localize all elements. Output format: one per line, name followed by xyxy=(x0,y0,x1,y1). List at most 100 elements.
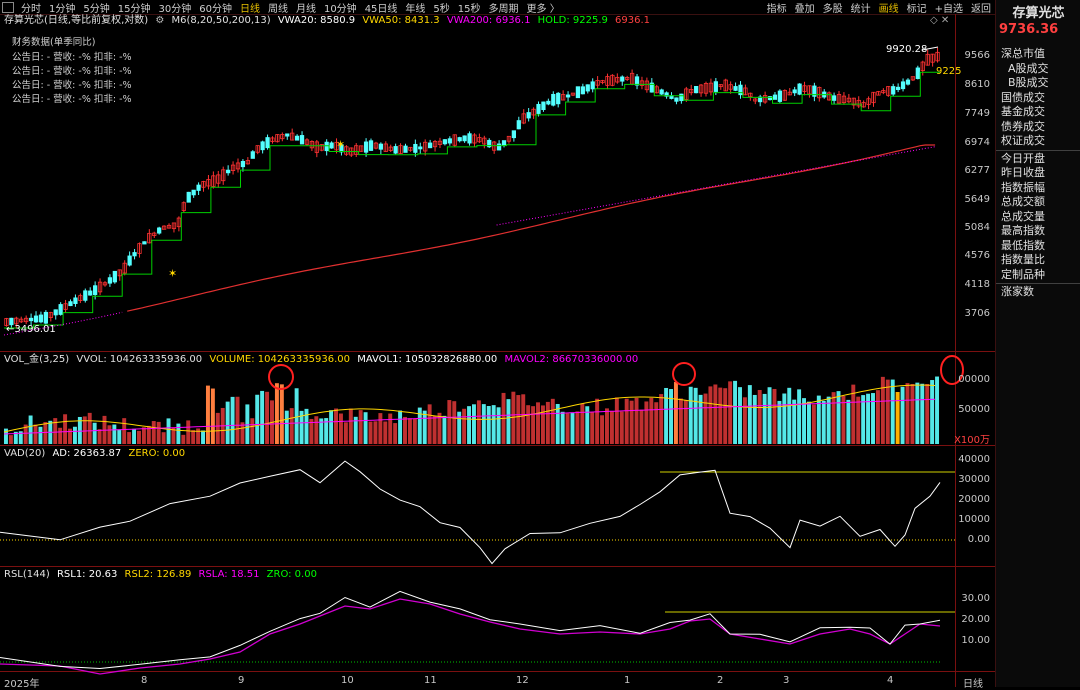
volume-y-label: 50000 xyxy=(958,404,990,415)
candle-body xyxy=(132,252,137,257)
volume-bar xyxy=(915,382,920,444)
volume-bar xyxy=(176,423,181,444)
volume-bar xyxy=(161,432,166,444)
vwa20-value: VWA20: 8580.9 xyxy=(277,15,356,26)
candle-body xyxy=(546,100,551,105)
volume-bar xyxy=(348,408,353,444)
volume-bar xyxy=(137,430,141,444)
sidebar-item[interactable]: 今日开盘 xyxy=(996,152,1080,167)
fin-row: 公告日: - 营收: -% 扣非: -% xyxy=(12,66,132,77)
ad-value: AD: 26363.87 xyxy=(52,448,122,459)
volume-bar xyxy=(777,400,782,444)
candle-body xyxy=(329,142,334,149)
x-axis-label: 4 xyxy=(887,675,894,686)
volume-bar xyxy=(422,410,427,444)
candle-body xyxy=(511,130,516,139)
candle-body xyxy=(93,285,98,296)
sidebar-item[interactable]: 涨家数 xyxy=(996,285,1080,300)
candle-body xyxy=(112,270,117,283)
volume-bar xyxy=(545,401,550,444)
volume-bar xyxy=(279,384,284,444)
sidebar-item[interactable]: A股成交 xyxy=(996,62,1080,77)
vwa200-value: VWA200: 6936.1 xyxy=(446,15,531,26)
sidebar-item[interactable]: 指数振幅 xyxy=(996,181,1080,196)
volume-bar xyxy=(619,411,624,444)
volume-bar xyxy=(166,418,171,444)
candle-body xyxy=(541,101,546,111)
volume-bar xyxy=(127,432,132,444)
sidebar-item[interactable]: 债券成交 xyxy=(996,120,1080,135)
candle-body xyxy=(324,141,329,152)
candle-body xyxy=(536,103,541,114)
sidebar-item[interactable]: 指数量比 xyxy=(996,253,1080,268)
gear-icon[interactable]: ⚙ xyxy=(155,15,164,26)
candle-body xyxy=(915,67,920,79)
sidebar-item[interactable]: 最低指数 xyxy=(996,239,1080,254)
x-axis-period-label: 日线 xyxy=(963,679,983,690)
candle-body xyxy=(679,93,684,102)
x-axis-label: 2 xyxy=(717,675,724,686)
volume-bar xyxy=(476,400,481,444)
hold-line xyxy=(4,71,940,329)
volume-bar xyxy=(935,376,940,444)
volume-bar xyxy=(787,387,792,444)
volume-bar xyxy=(338,413,343,444)
candle-body xyxy=(260,141,265,151)
volume-bar xyxy=(38,426,43,444)
volume-bar xyxy=(688,386,693,444)
panel-controls[interactable]: ◇ ✕ xyxy=(930,15,949,26)
sidebar-item[interactable]: 定制品种 xyxy=(996,268,1080,283)
volume-bar xyxy=(540,405,545,444)
candle-body xyxy=(516,120,521,130)
candle-body xyxy=(73,297,78,304)
volume-bar xyxy=(742,397,747,444)
volume-bar xyxy=(496,407,501,444)
candle-body xyxy=(83,290,88,301)
candle-body xyxy=(378,143,383,150)
sidebar-item[interactable]: 基金成交 xyxy=(996,105,1080,120)
sidebar-item[interactable]: 深总市值 xyxy=(996,47,1080,62)
vad-y-label: 20000 xyxy=(958,494,990,505)
sidebar-item[interactable]: 国债成交 xyxy=(996,91,1080,106)
candle-body xyxy=(575,86,581,99)
candle-body xyxy=(294,135,300,141)
volume-bar xyxy=(836,391,841,444)
candle-body xyxy=(428,142,433,149)
volume-bar xyxy=(486,406,491,444)
volume-bar xyxy=(880,376,885,444)
volume-bar xyxy=(467,406,472,444)
price-y-label: 9566 xyxy=(964,50,990,61)
volume-bar xyxy=(378,413,383,444)
candle-body xyxy=(363,141,369,153)
volume-bar xyxy=(334,408,339,444)
volume-bar xyxy=(210,388,215,444)
volume-bar xyxy=(871,393,875,444)
candle-body xyxy=(634,76,640,86)
volume-bar xyxy=(590,412,595,444)
volume-bar xyxy=(925,383,930,444)
volume-bar xyxy=(265,391,270,444)
sidebar-item[interactable]: 权证成交 xyxy=(996,134,1080,149)
stock-chart[interactable]: ✶✶ xyxy=(0,0,995,687)
volume-panel-header: VOL_金(3,25) VVOL: 104263335936.00 VOLUME… xyxy=(4,354,642,366)
sidebar-item[interactable]: 最高指数 xyxy=(996,224,1080,239)
stock-name: 存算光芯 xyxy=(1012,6,1065,21)
sidebar-item[interactable]: 总成交量 xyxy=(996,210,1080,225)
candle-body xyxy=(694,86,699,94)
volume-bar xyxy=(767,387,772,444)
candle-body xyxy=(28,317,34,322)
sidebar-item[interactable]: 总成交额 xyxy=(996,195,1080,210)
rsl-indicator-name: RSL(144) xyxy=(4,569,50,580)
volume-bar xyxy=(570,412,575,444)
volume-indicator-name: VOL_金(3,25) xyxy=(4,354,70,365)
volume-bar xyxy=(186,420,191,444)
sidebar-item[interactable]: 昨日收盘 xyxy=(996,166,1080,181)
candle-body xyxy=(772,94,778,100)
hold-price-label: 9225 xyxy=(936,66,962,77)
candle-body xyxy=(900,81,906,90)
volume-bar xyxy=(713,384,718,444)
volume-bar xyxy=(806,401,811,444)
volume-bar xyxy=(304,408,309,444)
sidebar-item[interactable]: B股成交 xyxy=(996,76,1080,91)
candle-body xyxy=(620,76,625,82)
